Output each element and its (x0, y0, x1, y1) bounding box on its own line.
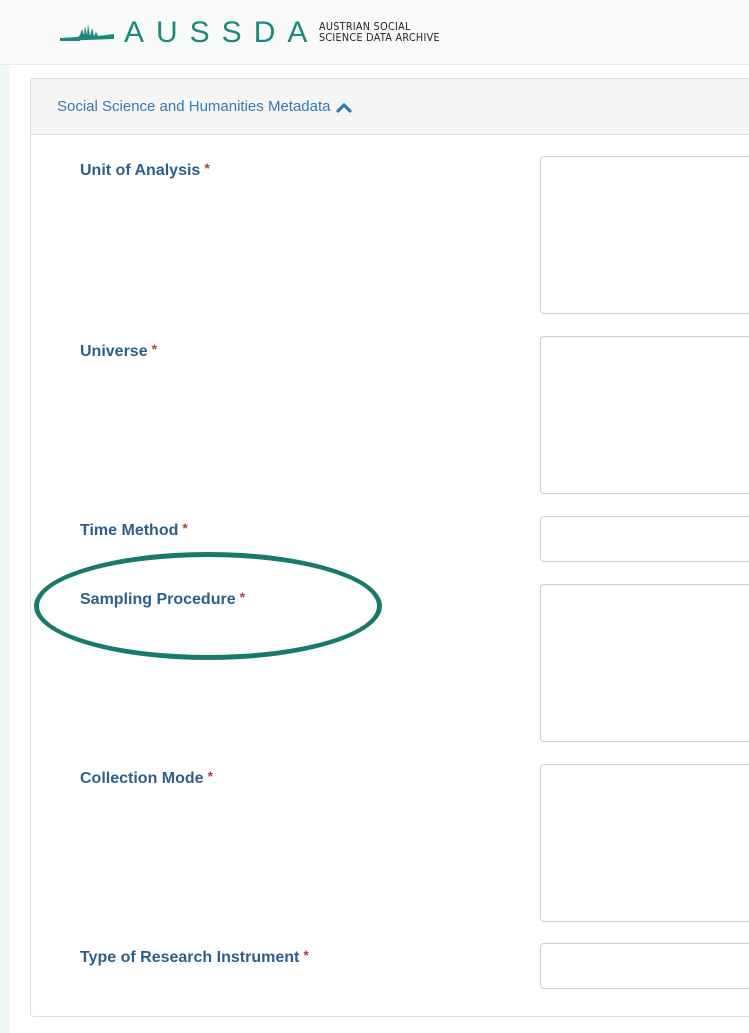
chevron-up-icon (335, 102, 352, 113)
required-marker: * (204, 160, 210, 176)
panel-heading-toggle[interactable]: Social Science and Humanities Metadata (31, 79, 749, 135)
field-label-sampling-procedure: Sampling Procedure * (80, 589, 245, 609)
logo-wordmark: AUSSDA (124, 16, 320, 49)
field-label-universe: Universe * (80, 341, 157, 361)
field-label-collection-mode: Collection Mode * (80, 768, 213, 788)
page: AUSSDA AUSTRIAN SOCIAL SCIENCE DATA ARCH… (0, 0, 749, 1033)
field-label-text: Time Method (80, 522, 179, 539)
aussda-logo[interactable]: AUSSDA AUSTRIAN SOCIAL SCIENCE DATA ARCH… (58, 14, 451, 52)
field-label-text: Unit of Analysis (80, 162, 201, 179)
logo-subtitle-line-2: SCIENCE DATA ARCHIVE (319, 32, 441, 44)
unit-of-analysis-textarea[interactable] (540, 156, 749, 314)
site-header: AUSSDA AUSTRIAN SOCIAL SCIENCE DATA ARCH… (0, 0, 749, 65)
logo-subtitle: AUSTRIAN SOCIAL SCIENCE DATA ARCHIVE (319, 22, 440, 44)
collection-mode-textarea[interactable] (540, 764, 749, 922)
required-marker: * (303, 947, 309, 963)
universe-textarea[interactable] (540, 336, 749, 494)
required-marker: * (182, 520, 188, 536)
required-marker: * (239, 589, 246, 605)
type-of-research-instrument-input[interactable] (540, 943, 749, 989)
field-label-time-method: Time Method * (80, 520, 188, 540)
logo-mark-icon (60, 24, 114, 41)
field-label-type-of-research-instrument: Type of Research Instrument * (80, 947, 309, 967)
sampling-procedure-textarea[interactable] (540, 584, 749, 742)
required-marker: * (151, 341, 158, 357)
field-label-text: Sampling Procedure (80, 591, 236, 608)
panel-heading-title: Social Science and Humanities Metadata (57, 98, 331, 115)
field-label-text: Collection Mode (80, 770, 204, 787)
left-edge-strip (0, 0, 10, 1033)
field-label-unit-of-analysis: Unit of Analysis * (80, 160, 210, 180)
field-label-text: Type of Research Instrument (80, 949, 300, 966)
time-method-input[interactable] (540, 516, 749, 562)
required-marker: * (207, 768, 214, 784)
field-label-text: Universe (80, 343, 148, 360)
